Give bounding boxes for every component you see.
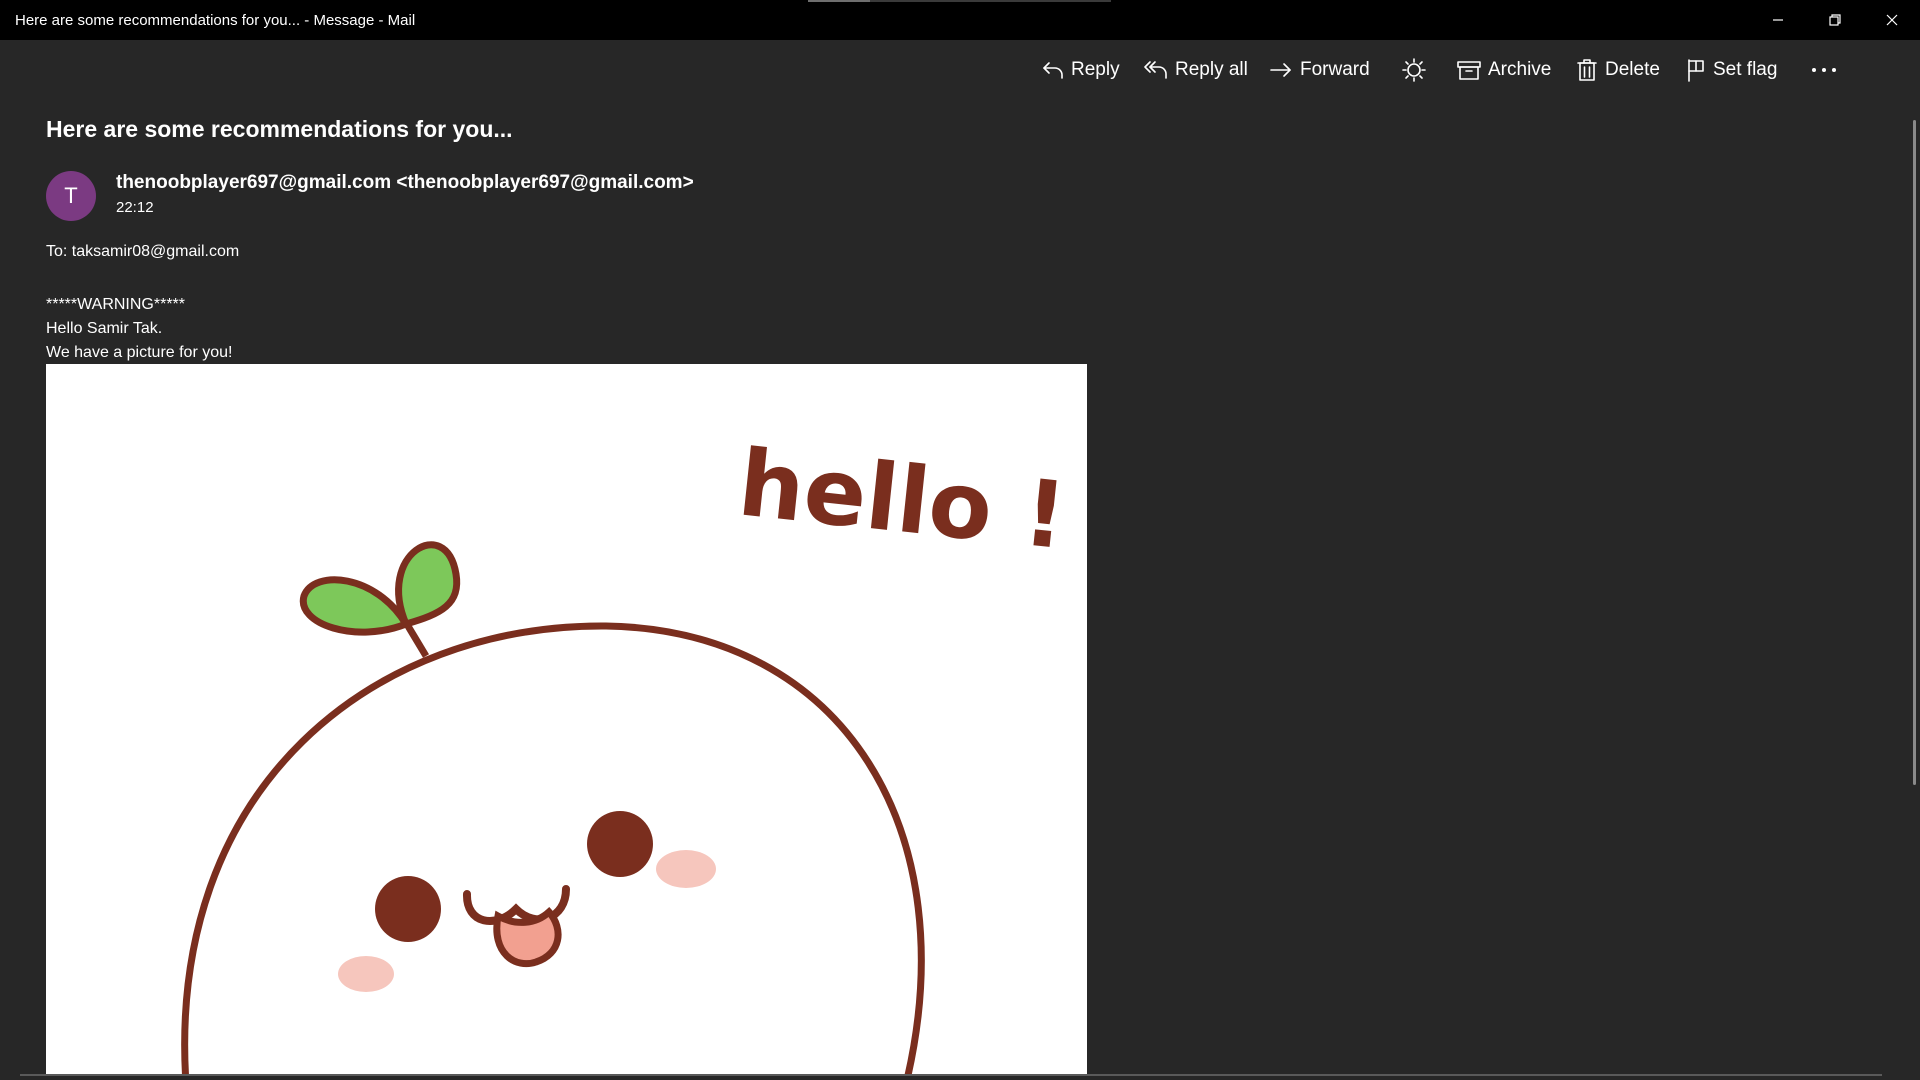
bun-outline <box>181 622 925 1076</box>
sprout-stem <box>404 624 430 658</box>
reply-all-button[interactable]: Reply all <box>1144 52 1248 88</box>
restore-button[interactable] <box>1806 0 1863 40</box>
trash-icon <box>1577 59 1597 81</box>
reply-button[interactable]: Reply <box>1042 52 1120 88</box>
archive-icon <box>1457 61 1481 80</box>
left-eye <box>375 876 441 942</box>
set-flag-button[interactable]: Set flag <box>1686 52 1777 88</box>
delete-button[interactable]: Delete <box>1576 52 1660 88</box>
close-button[interactable] <box>1863 0 1920 40</box>
forward-label: Forward <box>1300 59 1370 80</box>
theme-toggle-button[interactable] <box>1402 52 1426 88</box>
reply-all-icon <box>1144 61 1167 79</box>
sender-address[interactable]: thenoobplayer697@gmail.com <thenoobplaye… <box>116 172 694 194</box>
archive-button[interactable]: Archive <box>1457 52 1551 88</box>
forward-button[interactable]: Forward <box>1269 52 1370 88</box>
vertical-scrollbar[interactable] <box>1913 120 1916 785</box>
message-time: 22:12 <box>116 199 154 216</box>
delete-label: Delete <box>1605 59 1660 80</box>
more-ellipsis-icon <box>1812 68 1836 72</box>
sprout-leaf-left <box>299 576 412 636</box>
hello-text: hello ! <box>734 429 1072 570</box>
message-toolbar: Reply Reply all Forward Archive Delete S… <box>0 52 1920 88</box>
message-body: *****WARNING***** Hello Samir Tak. We ha… <box>46 293 232 365</box>
set-flag-label: Set flag <box>1713 59 1778 80</box>
body-line-picture-note: We have a picture for you! <box>46 344 233 361</box>
reply-all-label: Reply all <box>1175 59 1248 80</box>
more-actions-button[interactable] <box>1810 52 1838 88</box>
right-blush <box>656 850 716 888</box>
forward-arrow-icon <box>1270 63 1291 77</box>
window-title: Here are some recommendations for you...… <box>15 11 416 29</box>
embedded-picture: hello ! <box>46 364 1087 1076</box>
sender-avatar: T <box>46 171 96 221</box>
tongue <box>493 907 562 968</box>
right-eye <box>587 811 653 877</box>
sprout-leaf-right <box>395 541 461 629</box>
hello-bun-illustration: hello ! <box>181 429 1072 1076</box>
reply-icon <box>1043 62 1063 79</box>
archive-label: Archive <box>1488 59 1552 80</box>
body-line-greeting: Hello Samir Tak. <box>46 320 163 337</box>
message-subject: Here are some recommendations for you... <box>46 116 513 142</box>
sun-icon <box>1402 58 1426 82</box>
flag-icon <box>1688 59 1704 82</box>
left-blush <box>338 956 394 992</box>
minimize-icon <box>1772 19 1783 21</box>
window-controls <box>1749 0 1920 40</box>
title-bar: Here are some recommendations for you...… <box>0 0 1920 40</box>
body-line-warning: *****WARNING***** <box>46 296 185 313</box>
recipient-line[interactable]: To: taksamir08@gmail.com <box>46 243 239 261</box>
avatar-initial: T <box>64 183 78 208</box>
minimize-button[interactable] <box>1749 0 1806 40</box>
restore-icon <box>1828 14 1841 26</box>
close-icon <box>1886 14 1897 26</box>
title-bar-accent <box>808 0 1111 2</box>
reply-label: Reply <box>1071 59 1120 80</box>
bottom-divider <box>20 1074 1882 1076</box>
